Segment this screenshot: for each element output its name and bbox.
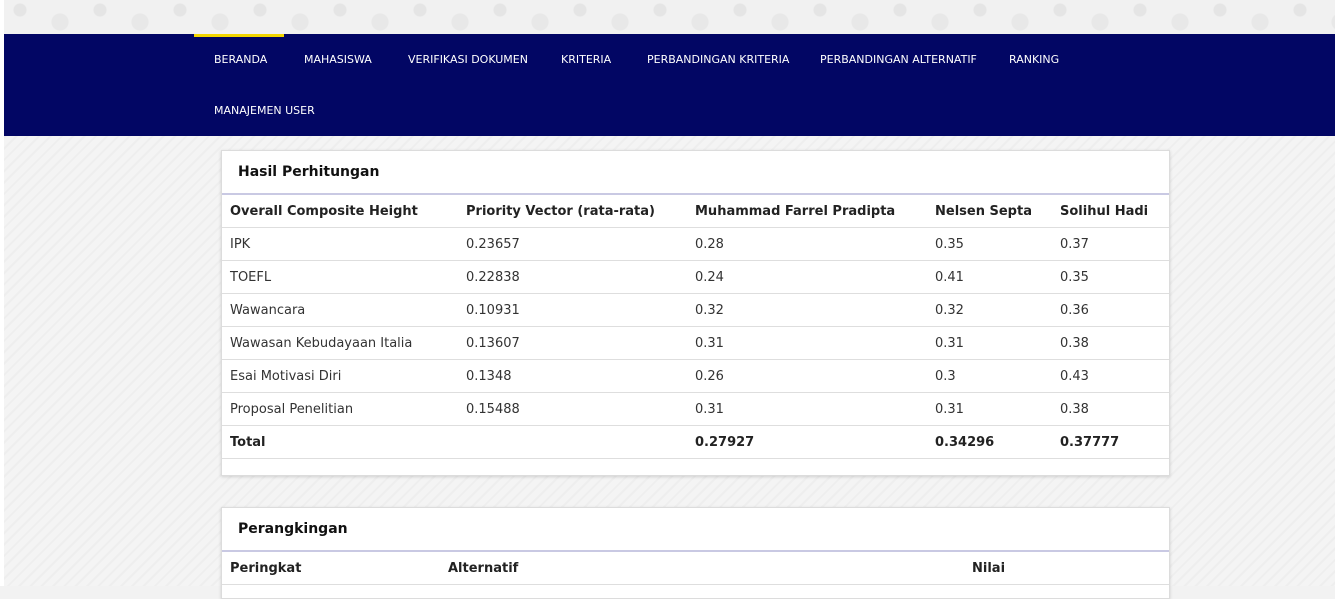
- table-cell: 0.10931: [458, 293, 687, 327]
- table-cell: 0.37: [1052, 227, 1169, 261]
- main-navbar: [4, 34, 1335, 136]
- table-cell: 0.13607: [458, 326, 687, 360]
- background-pattern: [0, 0, 1335, 34]
- hasil-table: Overall Composite Height Priority Vector…: [222, 195, 1169, 459]
- table-cell: Wawasan Kebudayaan Italia: [222, 326, 458, 360]
- table-cell: 0.31: [687, 326, 927, 360]
- table-cell: 0.31: [687, 392, 927, 426]
- table-cell: 0.24: [687, 260, 927, 294]
- table-row: IPK 0.23657 0.28 0.35 0.37: [222, 227, 1169, 261]
- table-row: TOEFL 0.22838 0.24 0.41 0.35: [222, 260, 1169, 294]
- nav-active-indicator: [194, 34, 284, 37]
- hasil-perhitungan-card: Hasil Perhitungan Overall Composite Heig…: [221, 150, 1170, 476]
- column-header: Peringkat: [222, 552, 440, 585]
- card-title: Hasil Perhitungan: [222, 151, 1169, 195]
- column-header: Overall Composite Height: [222, 195, 458, 228]
- nav-item-ranking[interactable]: RANKING: [1009, 53, 1059, 66]
- nav-item-perbandingan-kriteria[interactable]: PERBANDINGAN KRITERIA: [647, 53, 789, 66]
- column-header: Nilai: [964, 552, 1169, 585]
- total-row: Total 0.27927 0.34296 0.37777: [222, 425, 1169, 459]
- table-cell: 0.31: [927, 326, 1052, 360]
- total-value: 0.37777: [1052, 425, 1169, 459]
- total-value: 0.27927: [687, 425, 927, 459]
- table-cell: 0.36: [1052, 293, 1169, 327]
- nav-item-kriteria[interactable]: KRITERIA: [561, 53, 611, 66]
- nav-item-beranda[interactable]: BERANDA: [214, 53, 267, 66]
- table-cell: 0.1348: [458, 359, 687, 393]
- table-cell: 0.31: [927, 392, 1052, 426]
- table-cell: 0.15488: [458, 392, 687, 426]
- column-header: Solihul Hadi: [1052, 195, 1169, 228]
- table-cell: Proposal Penelitian: [222, 392, 458, 426]
- column-header: Muhammad Farrel Pradipta: [687, 195, 927, 228]
- table-cell: 0.3: [927, 359, 1052, 393]
- total-value: 0.34296: [927, 425, 1052, 459]
- nav-item-perbandingan-alternatif[interactable]: PERBANDINGAN ALTERNATIF: [820, 53, 977, 66]
- table-cell: 0.22838: [458, 260, 687, 294]
- table-row: Esai Motivasi Diri 0.1348 0.26 0.3 0.43: [222, 359, 1169, 393]
- table-cell: 0.32: [687, 293, 927, 327]
- table-cell: 0.23657: [458, 227, 687, 261]
- table-cell: 0.38: [1052, 392, 1169, 426]
- table-row: Proposal Penelitian 0.15488 0.31 0.31 0.…: [222, 392, 1169, 426]
- column-header: Priority Vector (rata-rata): [458, 195, 687, 228]
- table-cell: TOEFL: [222, 260, 458, 294]
- nav-item-verifikasi-dokumen[interactable]: VERIFIKASI DOKUMEN: [408, 53, 528, 66]
- table-cell: 0.32: [927, 293, 1052, 327]
- table-cell: [458, 425, 687, 459]
- ranking-table: Peringkat Alternatif Nilai: [222, 552, 1169, 585]
- column-header: Nelsen Septa: [927, 195, 1052, 228]
- table-cell: Esai Motivasi Diri: [222, 359, 458, 393]
- table-cell: Wawancara: [222, 293, 458, 327]
- table-header-row: Overall Composite Height Priority Vector…: [222, 195, 1169, 228]
- table-cell: 0.41: [927, 260, 1052, 294]
- nav-item-manajemen-user[interactable]: MANAJEMEN USER: [214, 104, 315, 117]
- table-cell: 0.35: [1052, 260, 1169, 294]
- column-header: Alternatif: [440, 552, 964, 585]
- table-cell: 0.26: [687, 359, 927, 393]
- table-row: Wawasan Kebudayaan Italia 0.13607 0.31 0…: [222, 326, 1169, 360]
- table-cell: 0.43: [1052, 359, 1169, 393]
- total-label: Total: [222, 425, 458, 459]
- nav-item-mahasiswa[interactable]: MAHASISWA: [304, 53, 372, 66]
- table-cell: 0.28: [687, 227, 927, 261]
- table-cell: 0.38: [1052, 326, 1169, 360]
- table-header-row: Peringkat Alternatif Nilai: [222, 552, 1169, 585]
- table-cell: IPK: [222, 227, 458, 261]
- perangkingan-card: Perangkingan Peringkat Alternatif Nilai: [221, 507, 1170, 599]
- table-cell: 0.35: [927, 227, 1052, 261]
- table-row: Wawancara 0.10931 0.32 0.32 0.36: [222, 293, 1169, 327]
- card-title: Perangkingan: [222, 508, 1169, 552]
